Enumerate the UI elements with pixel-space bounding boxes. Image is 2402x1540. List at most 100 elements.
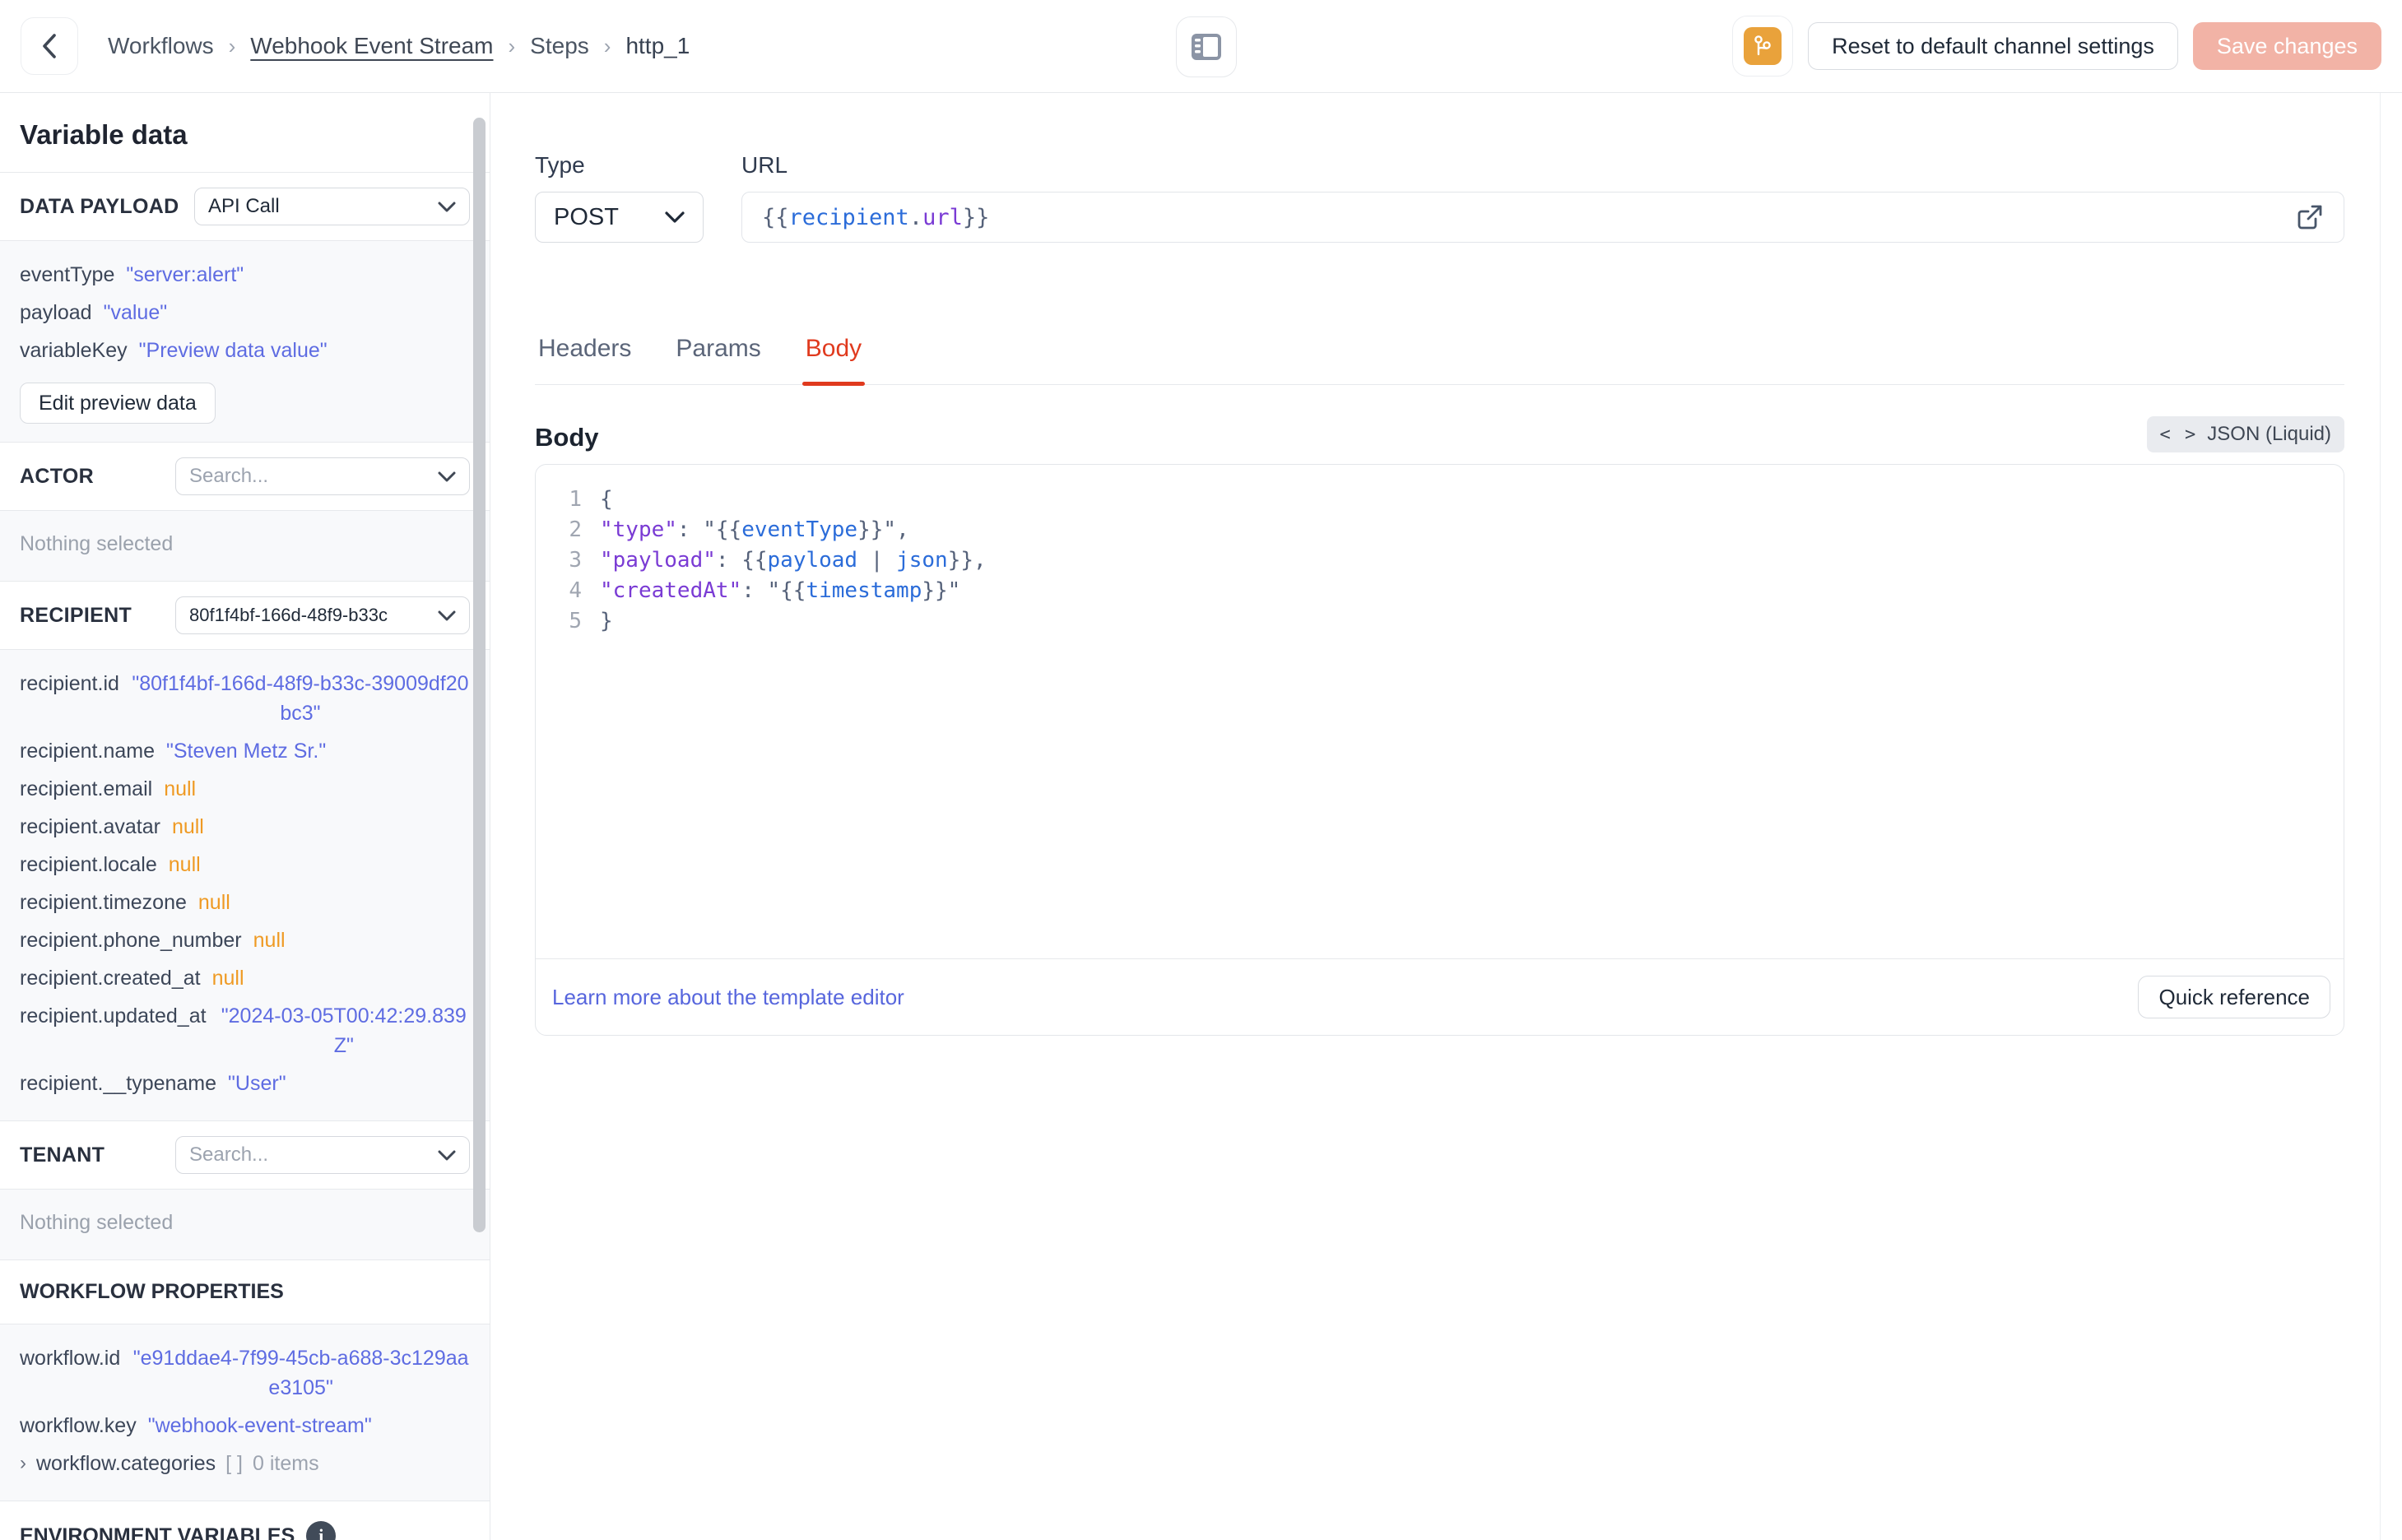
kv-value[interactable]: "server:alert" bbox=[126, 260, 244, 290]
kv-value[interactable]: "value" bbox=[104, 298, 168, 327]
code-token: json bbox=[896, 548, 948, 573]
body-header-row: Body < > JSON (Liquid) bbox=[535, 416, 2344, 452]
topbar-actions: Reset to default channel settings Save c… bbox=[1732, 16, 2381, 77]
kv-value[interactable]: null bbox=[172, 812, 204, 842]
code-token: }}" bbox=[857, 517, 897, 542]
kv-key: variableKey bbox=[20, 339, 128, 362]
type-label: Type bbox=[535, 152, 585, 178]
code-token: "type" bbox=[600, 517, 677, 542]
workflow-categories-row[interactable]: › workflow.categories [ ] 0 items bbox=[20, 1445, 470, 1482]
kv-key: recipient.avatar bbox=[20, 815, 160, 838]
kv-key: recipient.__typename bbox=[20, 1072, 217, 1095]
template-editor-docs-link[interactable]: Learn more about the template editor bbox=[552, 985, 904, 1010]
code-token: : bbox=[676, 517, 704, 542]
method-select[interactable]: POST bbox=[535, 192, 704, 243]
kv-row: recipient.email null bbox=[20, 770, 470, 808]
sidebar-toggle-button[interactable] bbox=[1176, 16, 1237, 77]
kv-value[interactable]: "2024-03-05T00:42:29.839Z" bbox=[218, 1001, 470, 1060]
line-number: 4 bbox=[569, 578, 582, 603]
kv-row: recipient.timezone null bbox=[20, 884, 470, 921]
step-editor-main: Type POST URL {{recipient. url}} Header… bbox=[490, 93, 2402, 1540]
kv-row: variableKey "Preview data value" bbox=[20, 332, 470, 369]
url-label: URL bbox=[741, 152, 788, 178]
recipient-select[interactable]: 80f1f4bf-166d-48f9-b33c bbox=[175, 596, 470, 634]
code-editor-area[interactable]: 1{2 "type": "{{eventType}}", 3 "payload": {… bbox=[536, 465, 2344, 958]
tab-headers[interactable]: Headers bbox=[535, 335, 634, 384]
kv-row: payload "value" bbox=[20, 294, 470, 332]
liquid-token: url bbox=[922, 204, 963, 230]
breadcrumb-separator: › bbox=[228, 33, 236, 58]
environment-variables-label: ENVIRONMENT VARIABLES bbox=[20, 1524, 295, 1540]
save-changes-button[interactable]: Save changes bbox=[2192, 22, 2381, 70]
code-token: , bbox=[896, 517, 909, 542]
liquid-token: }} bbox=[962, 204, 990, 230]
code-content: "createdAt": "{{timestamp}}" bbox=[600, 576, 960, 606]
code-token: eventType bbox=[741, 517, 858, 542]
liquid-token: recipient bbox=[788, 204, 909, 230]
breadcrumb-separator: › bbox=[508, 33, 516, 58]
info-icon[interactable]: i bbox=[306, 1521, 337, 1540]
workflow-categories-count: 0 items bbox=[253, 1452, 319, 1475]
code-brackets-icon: < > bbox=[2159, 424, 2198, 445]
kv-key: recipient.locale bbox=[20, 853, 157, 876]
quick-reference-button[interactable]: Quick reference bbox=[2138, 976, 2330, 1018]
back-button[interactable] bbox=[21, 17, 78, 75]
data-payload-select[interactable]: API Call bbox=[194, 188, 470, 225]
code-token: : bbox=[715, 548, 742, 573]
code-token: payload bbox=[767, 548, 858, 573]
breadcrumb-separator: › bbox=[603, 33, 611, 58]
code-line: 2 "type": "{{eventType}}", bbox=[536, 515, 2344, 545]
url-input[interactable]: {{recipient. url}} bbox=[741, 192, 2344, 243]
commit-changes-button[interactable] bbox=[1732, 16, 1794, 77]
kv-row: recipient.locale null bbox=[20, 846, 470, 884]
actor-search-select[interactable]: Search... bbox=[175, 457, 470, 495]
kv-value[interactable]: "webhook-event-stream" bbox=[148, 1411, 372, 1440]
tenant-search-select[interactable]: Search... bbox=[175, 1136, 470, 1174]
line-number: 3 bbox=[569, 548, 582, 573]
kv-value[interactable]: null bbox=[212, 963, 244, 993]
git-branch-icon bbox=[1744, 27, 1782, 65]
reset-channel-settings-button[interactable]: Reset to default channel settings bbox=[1808, 22, 2178, 70]
chevron-down-icon bbox=[438, 471, 456, 482]
breadcrumb-steps[interactable]: Steps bbox=[530, 33, 589, 59]
sidebar-scrollbar[interactable] bbox=[473, 118, 486, 1232]
top-bar: Workflows › Webhook Event Stream › Steps… bbox=[0, 0, 2402, 93]
kv-value[interactable]: "User" bbox=[228, 1069, 286, 1098]
external-link-icon[interactable] bbox=[2296, 203, 2324, 231]
kv-key: eventType bbox=[20, 263, 115, 286]
recipient-row: RECIPIENT 80f1f4bf-166d-48f9-b33c bbox=[0, 582, 490, 650]
actor-empty-text: Nothing selected bbox=[20, 532, 174, 555]
kv-row: workflow.id "e91ddae4-7f99-45cb-a688-3c12… bbox=[20, 1339, 470, 1407]
kv-value[interactable]: null bbox=[198, 888, 230, 917]
tab-body[interactable]: Body bbox=[801, 335, 866, 386]
kv-row: recipient.updated_at "2024-03-05T00:42:29… bbox=[20, 997, 470, 1065]
liquid-token: {{ bbox=[762, 204, 789, 230]
kv-row: workflow.key "webhook-event-stream" bbox=[20, 1407, 470, 1445]
code-token: , bbox=[973, 548, 987, 573]
tenant-empty-text: Nothing selected bbox=[20, 1211, 174, 1234]
code-line: 1{ bbox=[536, 485, 2344, 515]
actor-empty-block: Nothing selected bbox=[0, 511, 490, 582]
kv-value[interactable]: "80f1f4bf-166d-48f9-b33c-39009df20bc3" bbox=[131, 669, 470, 728]
breadcrumb-workflows[interactable]: Workflows bbox=[108, 33, 214, 59]
kv-value[interactable]: null bbox=[164, 774, 196, 804]
kv-value[interactable]: "e91ddae4-7f99-45cb-a688-3c129aae3105" bbox=[132, 1343, 470, 1403]
kv-value[interactable]: "Steven Metz Sr." bbox=[166, 736, 326, 766]
method-group: Type POST bbox=[535, 152, 704, 243]
kv-key: recipient.created_at bbox=[20, 967, 201, 990]
kv-value[interactable]: null bbox=[253, 925, 286, 955]
kv-value[interactable]: null bbox=[169, 850, 201, 879]
recipient-properties-block: recipient.id "80f1f4bf-166d-48f9-b33c-390… bbox=[0, 650, 490, 1121]
liquid-token: . bbox=[908, 204, 923, 230]
kv-value[interactable]: "Preview data value" bbox=[139, 336, 328, 365]
kv-key: workflow.key bbox=[20, 1414, 137, 1437]
edit-preview-data-button[interactable]: Edit preview data bbox=[20, 383, 216, 424]
request-tabs: Headers Params Body bbox=[535, 335, 2344, 386]
breadcrumb-workflow-name[interactable]: Webhook Event Stream bbox=[250, 33, 493, 59]
chevron-down-icon bbox=[438, 610, 456, 621]
chevron-down-icon bbox=[438, 202, 456, 212]
tab-params[interactable]: Params bbox=[672, 335, 764, 384]
code-token: } bbox=[600, 609, 613, 633]
line-number: 1 bbox=[569, 487, 582, 512]
tenant-label: TENANT bbox=[20, 1143, 105, 1167]
